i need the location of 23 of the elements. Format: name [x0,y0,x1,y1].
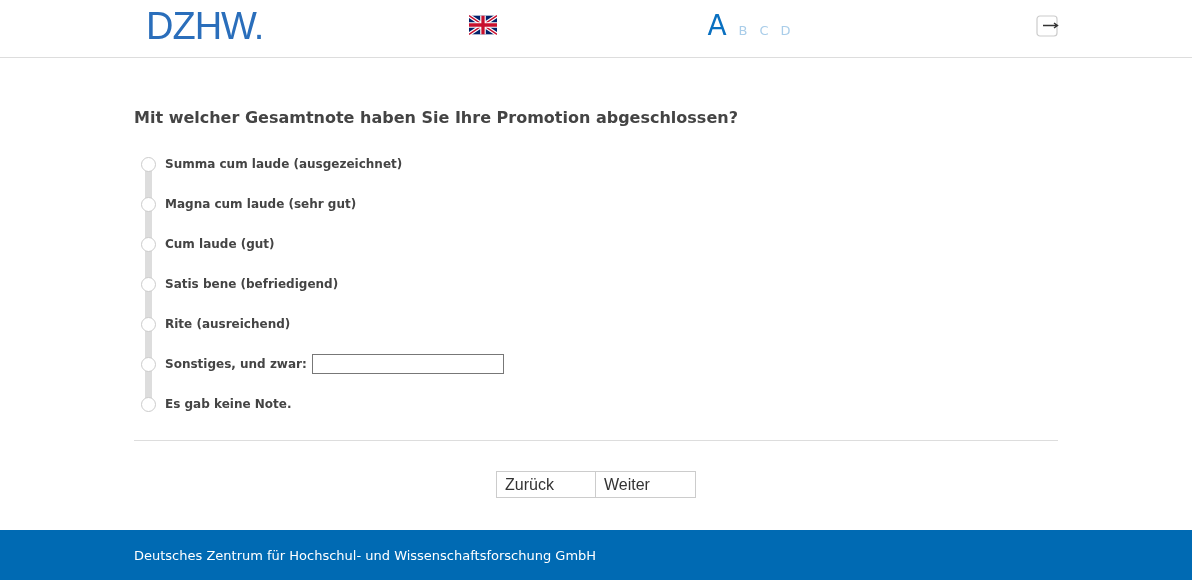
option-label[interactable]: Magna cum laude (sehr gut) [165,197,357,211]
radio-button[interactable] [141,196,156,212]
uk-flag-icon[interactable] [469,14,498,35]
option-label[interactable]: Cum laude (gut) [165,237,275,251]
option-label[interactable]: Satis bene (befriedigend) [165,277,339,291]
option-label[interactable]: Sonstiges, und zwar: [165,357,307,371]
radio-button[interactable] [141,396,156,412]
question-text: Mit welcher Gesamtnote haben Sie Ihre Promotion abgeschlossen? [134,108,739,127]
next-button[interactable]: Weiter [596,471,696,498]
option-label[interactable]: Es gab keine Note. [165,397,292,411]
exit-icon[interactable] [1036,14,1060,37]
page-link[interactable]: A [707,9,727,42]
radio-button[interactable] [141,156,156,172]
radio-button[interactable] [141,356,156,372]
radio-button[interactable] [141,316,156,332]
radio-button[interactable] [141,276,156,292]
option-label[interactable]: Summa cum laude (ausgezeichnet) [165,157,403,171]
input-field[interactable] [311,354,504,374]
logo: DZHW. [146,5,264,48]
back-button[interactable]: Zurück [496,471,596,498]
radio-button[interactable] [141,236,156,252]
footer-text: Deutsches Zentrum für Hochschul- und Wissenschaftsforschung GmbH [134,547,597,563]
option-label[interactable]: Rite (ausreichend) [165,317,291,331]
